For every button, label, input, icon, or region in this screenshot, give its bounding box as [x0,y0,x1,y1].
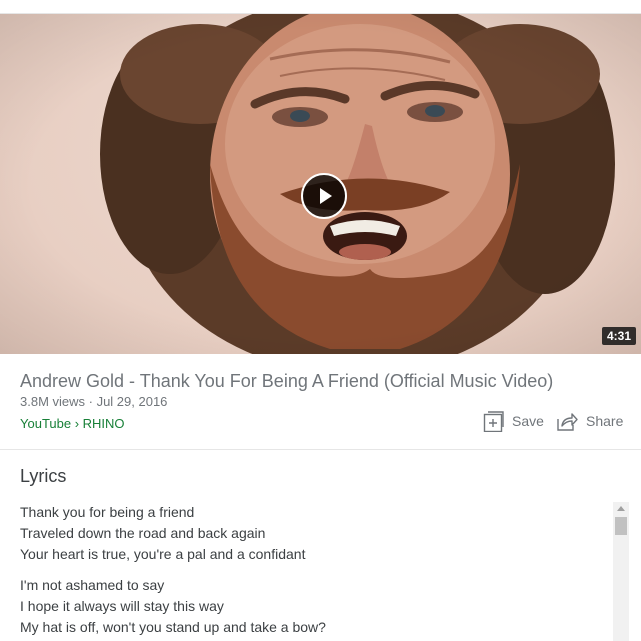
lyric-line: Your heart is true, you're a pal and a c… [20,546,306,562]
lyrics-scrollbar[interactable] [613,502,629,641]
lyric-line: I hope it always will stay this way [20,598,224,614]
play-icon [320,188,332,204]
lyric-line: I'm not ashamed to say [20,577,165,593]
lyric-line: Traveled down the road and back again [20,525,266,541]
scrollbar-thumb[interactable] [615,517,627,535]
section-divider [0,449,641,450]
video-meta: 3.8M views · Jul 29, 2016 [20,394,168,409]
lyrics-stanza: Thank you for being a friend Traveled do… [20,502,305,565]
save-button[interactable]: Save [482,409,544,433]
video-title-link[interactable]: Andrew Gold - Thank You For Being A Frie… [20,371,553,392]
source-link[interactable]: YouTube › RHINO [20,416,125,431]
share-button[interactable]: Share [556,409,623,433]
share-icon [557,413,578,431]
lyrics-heading: Lyrics [20,466,67,486]
share-label: Share [586,413,624,429]
lyrics-stanza: I'm not ashamed to say I hope it always … [20,575,326,638]
scroll-up-arrow-icon[interactable] [617,506,625,511]
video-thumbnail[interactable]: 4:31 [0,14,641,354]
lyric-line: Thank you for being a friend [20,504,195,520]
play-button[interactable] [301,173,347,219]
duration-badge: 4:31 [601,327,636,345]
lyric-line: My hat is off, won't you stand up and ta… [20,619,326,635]
save-label: Save [512,413,544,429]
add-to-playlist-icon [483,411,504,432]
